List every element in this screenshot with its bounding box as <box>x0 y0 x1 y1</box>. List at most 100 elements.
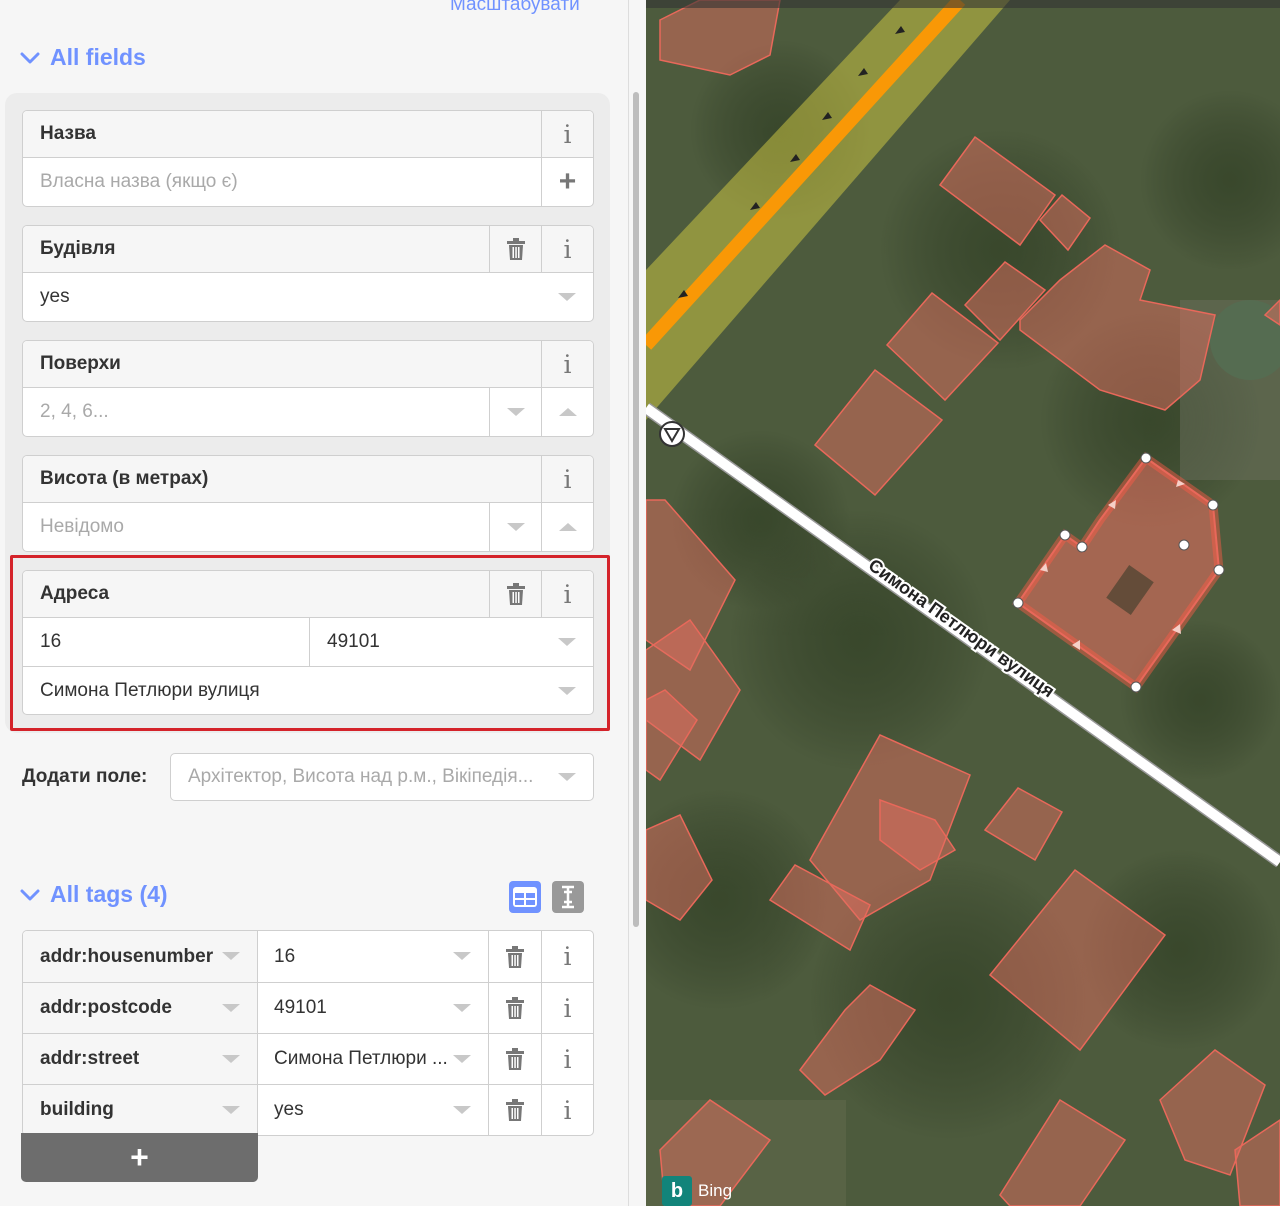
height-decrement-button[interactable] <box>489 503 541 551</box>
info-icon: i <box>563 349 572 379</box>
all-tags-toggle[interactable]: All tags (4) <box>20 881 168 908</box>
levels-info-button[interactable]: i <box>541 341 593 387</box>
name-input[interactable]: Власна назва (якщо є) <box>23 158 541 206</box>
chevron-down-icon[interactable] <box>453 1004 471 1012</box>
add-field-input[interactable]: Архітектор, Висота над р.м., Вікіпедія..… <box>171 754 541 800</box>
chevron-down-icon[interactable] <box>453 952 471 960</box>
add-field-combo[interactable]: Архітектор, Висота над р.м., Вікіпедія..… <box>170 753 594 801</box>
building-delete-button[interactable] <box>489 226 541 272</box>
imagery-attribution[interactable]: b Bing <box>662 1176 732 1206</box>
plus-icon: + <box>558 165 577 198</box>
levels-field-label: Поверхи <box>40 353 121 374</box>
tag-row: addr:street Симона Петлюри ... i <box>23 1033 593 1084</box>
text-cursor-icon <box>562 885 574 909</box>
list-view-toggle[interactable] <box>509 881 541 913</box>
tag-row: addr:housenumber 16 i <box>23 931 593 982</box>
tag-table: addr:housenumber 16 i addr:postcode 49101 i ad… <box>22 930 594 1136</box>
name-field: Назва i Власна назва (якщо є) + <box>22 110 594 207</box>
info-icon: i <box>563 234 572 264</box>
chevron-up-icon <box>558 408 577 416</box>
tag-row: addr:postcode 49101 i <box>23 982 593 1033</box>
levels-decrement-button[interactable] <box>489 388 541 436</box>
info-icon: i <box>563 1044 572 1074</box>
chevron-down-icon <box>20 889 40 900</box>
chevron-down-icon <box>20 52 40 63</box>
tag-row: building yes i <box>23 1084 593 1135</box>
address-delete-button[interactable] <box>489 571 541 617</box>
tag-key-input[interactable]: addr:housenumber <box>23 931 258 982</box>
add-tag-button[interactable]: + <box>21 1133 258 1182</box>
chevron-down-icon[interactable] <box>453 1055 471 1063</box>
postcode-combo[interactable]: 49101 <box>310 618 541 666</box>
tag-key-text: addr:postcode <box>40 997 172 1018</box>
info-icon: i <box>563 579 572 609</box>
chevron-down-icon <box>558 293 576 301</box>
map-canvas[interactable]: Симона Петлюри вулиця b Bing <box>646 0 1280 1206</box>
tag-value-text: 49101 <box>274 997 327 1018</box>
name-field-label: Назва <box>40 123 96 144</box>
chevron-down-icon <box>506 523 525 531</box>
zoom-to-link[interactable]: Масштабувати <box>450 0 580 16</box>
tag-info-button[interactable]: i <box>541 983 593 1033</box>
tag-value-input[interactable]: 16 <box>258 931 489 982</box>
height-increment-button[interactable] <box>541 503 593 551</box>
building-info-button[interactable]: i <box>541 226 593 272</box>
tag-value-input[interactable]: 49101 <box>258 983 489 1033</box>
tag-value-input[interactable]: Симона Петлюри ... <box>258 1034 489 1084</box>
street-combo[interactable]: Симона Петлюри вулиця <box>23 667 541 714</box>
chevron-down-icon[interactable] <box>453 1106 471 1114</box>
tag-key-input[interactable]: building <box>23 1085 258 1135</box>
info-icon: i <box>563 1095 572 1125</box>
building-dropdown-toggle[interactable] <box>541 273 593 321</box>
info-icon: i <box>563 119 572 149</box>
add-localized-name-button[interactable]: + <box>541 158 593 206</box>
info-icon: i <box>563 464 572 494</box>
tag-info-button[interactable]: i <box>541 931 593 982</box>
chevron-down-icon[interactable] <box>222 1004 240 1012</box>
all-fields-title: All fields <box>50 44 146 70</box>
street-dropdown-toggle[interactable] <box>541 667 593 714</box>
address-info-button[interactable]: i <box>541 571 593 617</box>
tag-value-input[interactable]: yes <box>258 1085 489 1135</box>
chevron-down-icon <box>506 408 525 416</box>
chevron-down-icon <box>558 686 576 695</box>
levels-increment-button[interactable] <box>541 388 593 436</box>
tag-info-button[interactable]: i <box>541 1085 593 1135</box>
bing-logo-icon: b <box>662 1176 692 1206</box>
levels-input[interactable]: 2, 4, 6... <box>23 388 489 436</box>
tag-info-button[interactable]: i <box>541 1034 593 1084</box>
name-info-button[interactable]: i <box>541 111 593 157</box>
housenumber-input[interactable]: 16 <box>23 618 310 666</box>
tag-value-text: Симона Петлюри ... <box>274 1048 448 1069</box>
address-field: Адреса i 16 49101 Симона Петлюри вулиця <box>22 570 594 715</box>
chevron-down-icon[interactable] <box>222 952 240 960</box>
address-field-label: Адреса <box>40 583 110 604</box>
chevron-down-icon[interactable] <box>222 1055 240 1063</box>
sidebar-scrollbar[interactable] <box>633 92 639 927</box>
tag-key-text: building <box>40 1099 114 1120</box>
tag-delete-button[interactable] <box>489 1085 541 1135</box>
tag-key-input[interactable]: addr:street <box>23 1034 258 1084</box>
trash-icon <box>506 997 524 1019</box>
tag-delete-button[interactable] <box>489 1034 541 1084</box>
add-field-label: Додати поле: <box>22 766 148 787</box>
all-fields-toggle[interactable]: All fields <box>20 44 146 71</box>
building-combo[interactable]: yes <box>23 273 541 321</box>
info-icon: i <box>563 993 572 1023</box>
tag-delete-button[interactable] <box>489 931 541 982</box>
chevron-down-icon[interactable] <box>222 1106 240 1114</box>
add-field-dropdown-toggle[interactable] <box>541 754 593 800</box>
trash-icon <box>506 945 524 968</box>
postcode-dropdown-toggle[interactable] <box>541 618 593 666</box>
trash-icon <box>506 583 525 605</box>
give-way-sign[interactable] <box>659 421 685 447</box>
height-input[interactable]: Невідомо <box>23 503 489 551</box>
tag-delete-button[interactable] <box>489 983 541 1033</box>
inspector-sidebar: Масштабувати All fields Назва i Власна н… <box>0 0 628 1206</box>
map-svg: Симона Петлюри вулиця <box>646 0 1280 1206</box>
text-view-toggle[interactable] <box>552 881 584 913</box>
tag-key-input[interactable]: addr:postcode <box>23 983 258 1033</box>
levels-field: Поверхи i 2, 4, 6... <box>22 340 594 437</box>
height-info-button[interactable]: i <box>541 456 593 502</box>
tag-key-text: addr:street <box>40 1048 140 1069</box>
